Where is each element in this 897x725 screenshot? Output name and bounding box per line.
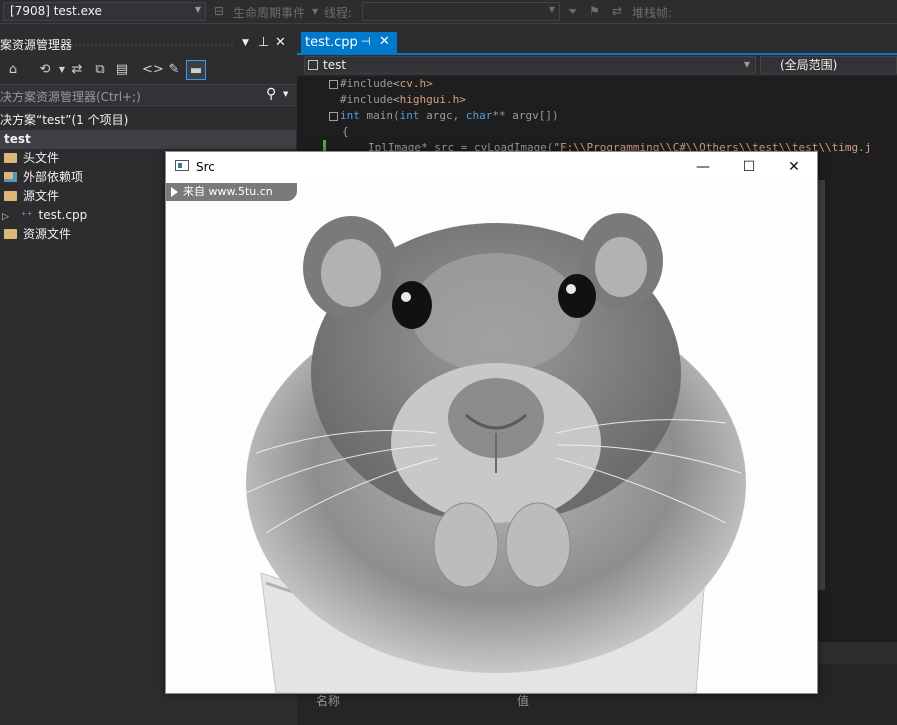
src-image-window[interactable]: Src — ☐ ✕ 来自 www.5tu.cn [165,151,818,694]
project-scope-icon [308,60,318,70]
folder-icon [4,191,17,201]
stack-frame-label: 堆栈帧: [632,6,673,20]
minimize-button[interactable]: — [680,152,726,182]
solution-label: 决方案“test”(1 个项目) [0,113,129,127]
src-window-title: Src [196,160,215,174]
process-dropdown[interactable]: [7908] test.exe ▼ [3,2,206,21]
watermark-badge: 来自 www.5tu.cn [166,183,297,201]
fold-toggle-icon[interactable] [329,112,338,121]
code-line-1: #include<cv.h> [340,77,433,90]
code-line-4: { [342,125,349,138]
preview-selected-icon[interactable]: ▬ [186,60,206,80]
tree-item-label: test.cpp [38,208,88,222]
src-window-titlebar[interactable]: Src — ☐ ✕ [166,152,817,183]
solution-explorer-toolbar: ⌂ ⟲ ▼ ⇄ ⧉ ▤ <> ✎ ▬ [0,57,296,83]
flag-icon[interactable]: ⚑ [589,4,600,18]
window-position-dropdown-icon[interactable]: ▼ [242,38,249,48]
tree-item-label: 源文件 [23,189,60,203]
filter-icon[interactable]: ⏷ [568,4,578,19]
debug-toolbar: [7908] test.exe ▼ ⊟ 生命周期事件 ▼ 线程: ▼ ⏷ ⚑ ⇄… [0,0,897,24]
thread-label: 线程: [324,6,353,20]
cpp-file-icon: ⁺⁺ [20,209,33,222]
home-icon[interactable]: ⌂ [3,60,23,80]
process-value: [7908] test.exe [10,4,102,18]
code-line-2: #include<highgui.h> [340,93,466,106]
maximize-button[interactable]: ☐ [726,152,772,182]
search-icon[interactable]: ⚲ [266,86,276,102]
code-line-3: int main(int argc, char** argv[]) [340,109,559,122]
tree-item-label: 头文件 [23,151,60,165]
close-icon[interactable]: ✕ [379,34,390,49]
global-scope-value: (全局范围) [780,58,838,72]
search-placeholder: 决方案资源管理器(Ctrl+;) [0,90,141,104]
tab-label: test.cpp [305,35,358,50]
close-window-button[interactable]: ✕ [771,152,817,182]
app-window-icon [175,160,189,171]
sync-icon[interactable]: ⇄ [67,60,87,80]
external-dependencies-icon [4,172,17,182]
grip-dots[interactable] [70,43,235,47]
selected-row-highlight [0,130,296,149]
column-header-value[interactable]: 值 [517,692,529,709]
watermark-text: 来自 www.5tu.cn [183,185,273,198]
close-icon[interactable]: ✕ [275,35,286,50]
image-canvas: 来自 www.5tu.cn [166,183,817,693]
chevron-down-icon: ▼ [548,5,555,14]
column-header-name[interactable]: 名称 [316,692,340,709]
thread-dropdown[interactable]: ▼ [362,2,560,21]
solution-node[interactable]: 决方案“test”(1 个项目) [0,111,128,130]
global-scope-dropdown[interactable]: (全局范围) [760,56,897,74]
pin-icon[interactable]: ⊣ [361,35,371,48]
tree-item-header-files[interactable]: 头文件 [4,149,59,168]
chevron-down-icon[interactable]: ▼ [283,90,288,98]
expand-arrow-icon[interactable]: ▷ [2,212,9,222]
folder-icon [4,153,17,163]
swap-threads-icon[interactable]: ⇄ [612,4,622,18]
tab-test-cpp[interactable]: test.cpp ⊣ ✕ [301,32,397,53]
view-code-icon[interactable]: <> [142,60,164,80]
chevron-down-icon: ▼ [312,7,319,16]
lifecycle-events-button[interactable]: 生命周期事件 [233,4,305,21]
chevron-down-icon: ▼ [743,60,750,69]
tree-item-label: 外部依赖项 [23,170,84,184]
hamster-photo [245,213,746,693]
solution-explorer-search[interactable]: 决方案资源管理器(Ctrl+;) ⚲ ▼ [0,84,296,106]
chevron-down-icon: ▼ [194,5,201,14]
tab-accent-line [297,53,897,55]
show-all-files-icon[interactable]: ▤ [112,60,132,80]
tree-item-label: 资源文件 [23,227,72,241]
fold-toggle-icon[interactable] [329,80,338,89]
scope-value: test [323,58,347,72]
project-label: test [4,132,31,146]
folder-icon [4,229,17,239]
collapse-all-icon[interactable]: ⧉ [90,60,110,80]
tree-item-test-cpp[interactable]: ▷ ⁺⁺ test.cpp [2,206,87,225]
solution-explorer-titlebar: 案资源管理器 ▼ ⊥ ✕ [0,34,296,54]
solution-explorer-title: 案资源管理器 [0,38,73,52]
pin-icon[interactable]: ⊥ [258,35,269,50]
project-node[interactable]: test [4,130,31,149]
scope-dropdown[interactable]: test ▼ [304,56,756,74]
properties-wrench-icon[interactable]: ✎ [164,60,184,80]
tree-item-external-deps[interactable]: 外部依赖项 [4,168,83,187]
tree-item-source-files[interactable]: 源文件 [4,187,59,206]
editor-scrollbar[interactable] [817,180,825,590]
tree-item-resource-files[interactable]: 资源文件 [4,225,71,244]
lifecycle-icon: ⊟ [214,4,225,18]
